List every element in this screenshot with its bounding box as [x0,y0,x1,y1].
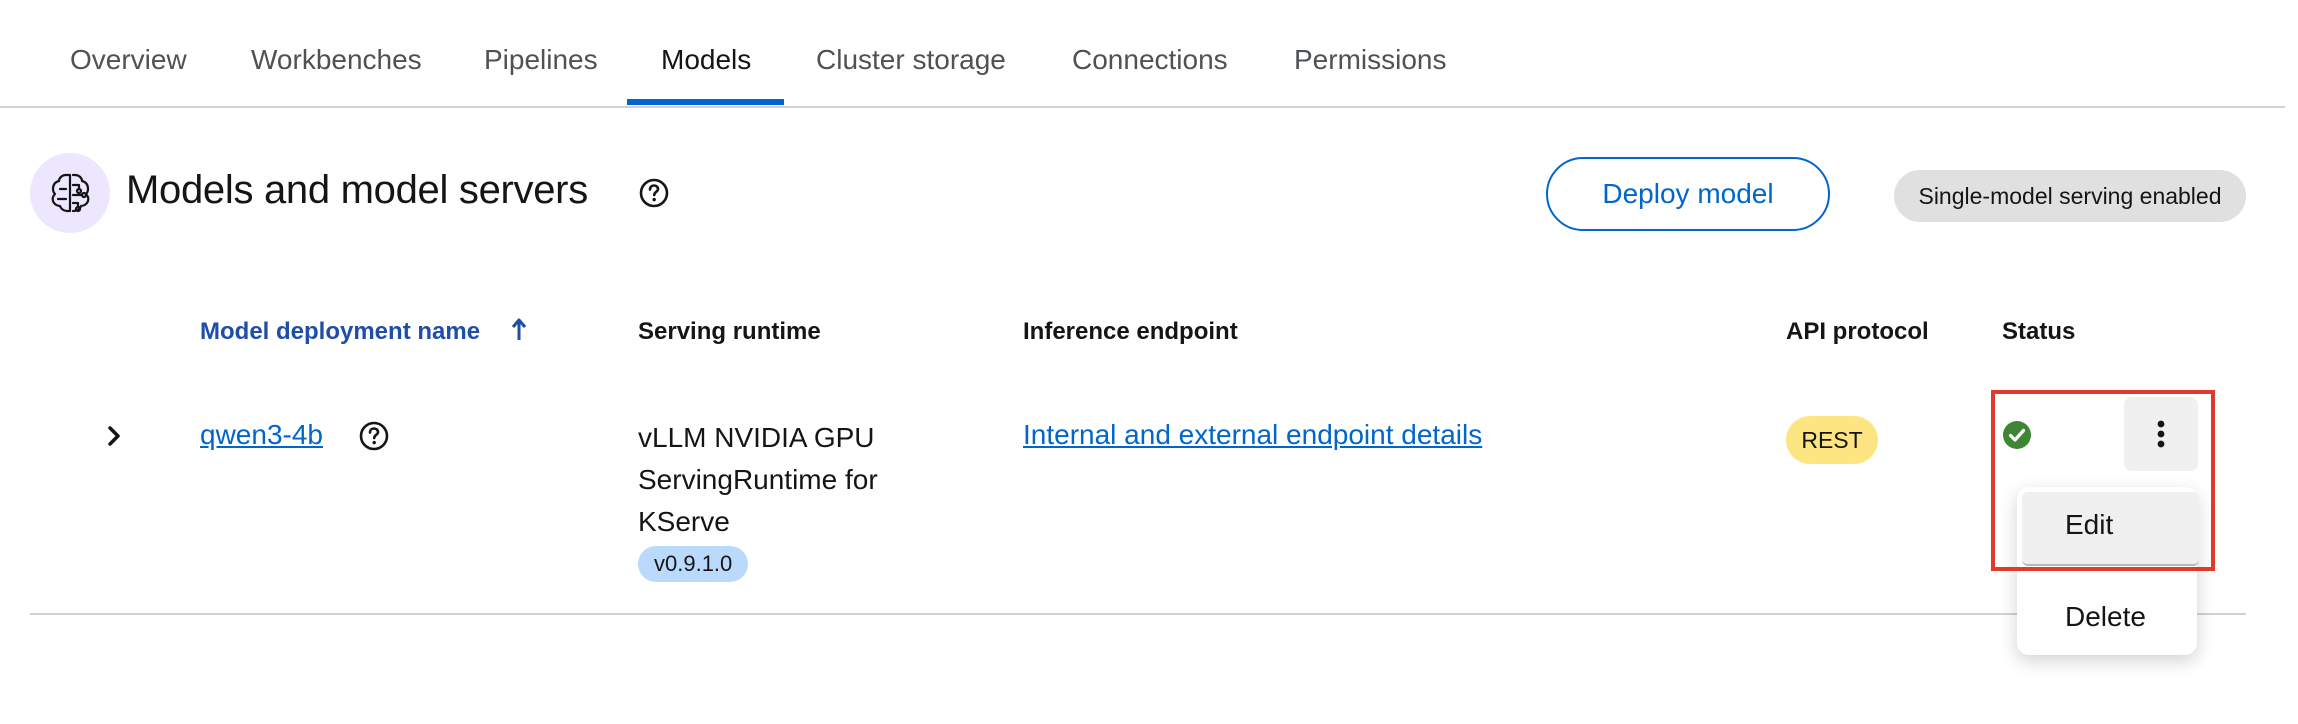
runtime-version-badge: v0.9.1.0 [638,546,749,582]
tab-models[interactable]: Models [661,44,751,76]
tab-bar: Overview Workbenches Pipelines Models Cl… [0,0,2285,108]
tab-cluster-storage[interactable]: Cluster storage [816,44,1006,76]
api-protocol-badge: REST [1786,416,1878,464]
edit-menu-item[interactable]: Edit [2017,487,2199,566]
tab-workbenches[interactable]: Workbenches [251,44,422,76]
kebab-menu-button[interactable] [2124,397,2198,471]
tab-pipelines[interactable]: Pipelines [484,44,598,76]
brain-circuit-icon [30,153,110,233]
runtime-line: ServingRuntime for [638,464,878,495]
kebab-icon [2157,420,2165,448]
tab-permissions[interactable]: Permissions [1294,44,1446,76]
endpoint-details-link[interactable]: Internal and external endpoint details [1023,419,1482,451]
delete-menu-label: Delete [2065,601,2146,632]
edit-menu-label: Edit [2065,509,2114,540]
page-title: Models and model servers [126,168,588,212]
row-divider [30,613,2246,615]
serving-runtime-name: vLLM NVIDIA GPU ServingRuntime for KServ… [638,417,938,543]
runtime-line: vLLM NVIDIA GPU [638,422,875,453]
delete-menu-item[interactable]: Delete [2017,579,2197,655]
chevron-right-icon[interactable] [102,420,126,452]
runtime-line: KServe [638,506,730,537]
help-icon[interactable] [358,420,390,452]
column-header-status: Status [2002,318,2076,345]
tab-overview[interactable]: Overview [70,44,187,76]
help-icon[interactable] [638,177,670,209]
tab-connections[interactable]: Connections [1072,44,1228,76]
column-header-api-protocol: API protocol [1786,318,1929,345]
column-header-model-name[interactable]: Model deployment name [200,318,480,346]
serving-mode-badge: Single-model serving enabled [1894,170,2246,222]
row-actions-menu: Edit Delete [2017,487,2199,655]
arrow-up-icon[interactable] [508,316,530,346]
model-name-link[interactable]: qwen3-4b [200,419,323,451]
active-tab-indicator [627,99,784,105]
column-header-serving-runtime: Serving runtime [638,318,821,345]
check-circle-icon [2002,420,2032,450]
column-header-inference-endpoint: Inference endpoint [1023,318,1238,345]
deploy-model-button[interactable]: Deploy model [1546,157,1830,231]
